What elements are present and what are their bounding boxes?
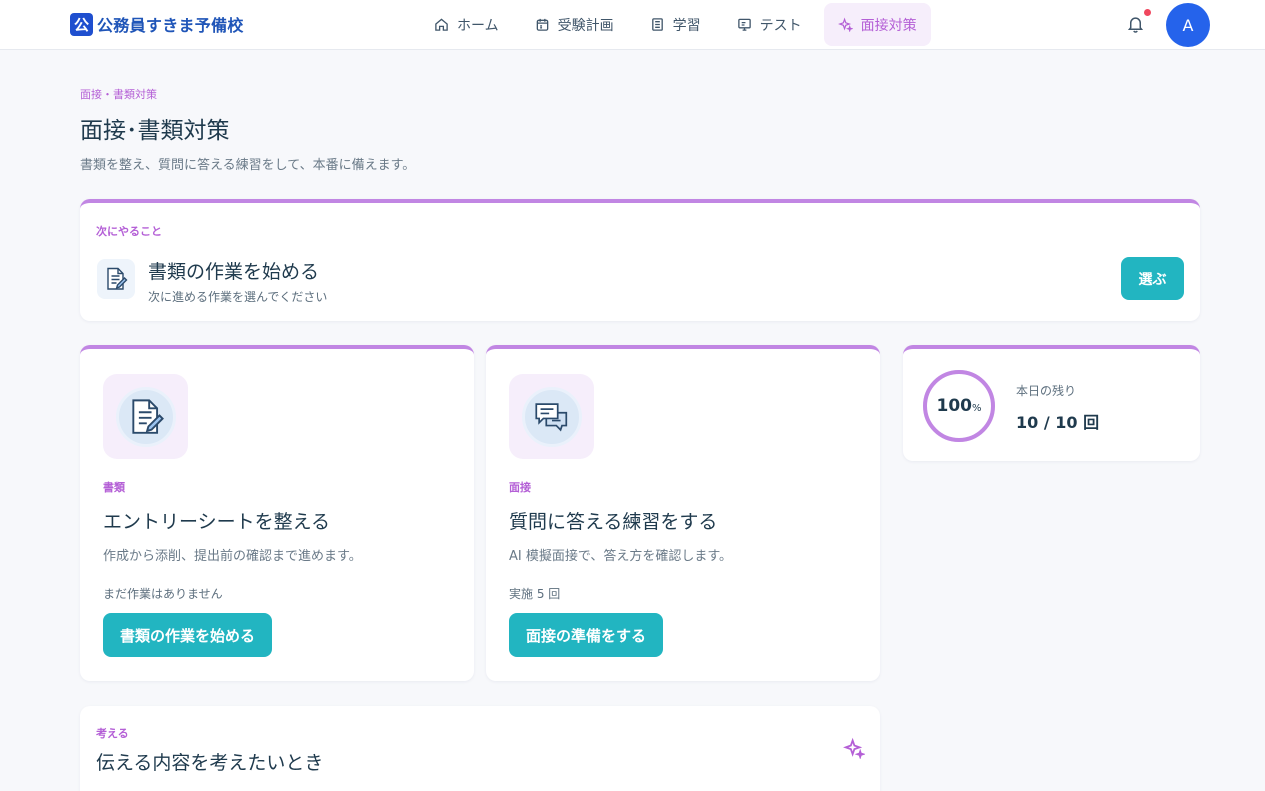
nav-plan-label: 受験計画 [557, 17, 614, 34]
book-icon [651, 18, 663, 31]
interview-task-card: 面接 質問に答える練習をする AI 模擬面接で、答え方を確認します。 実施 5 … [486, 345, 880, 681]
document-task-icon-tile [103, 374, 188, 459]
nav-test-label: テスト [759, 17, 802, 34]
task-description: AI 模擬面接で、答え方を確認します。 [509, 549, 733, 564]
main-nav: ホーム 受験計画 学習 テスト 面接対策 [420, 3, 939, 46]
nav-study-label: 学習 [672, 17, 701, 34]
interview-task-icon-tile [509, 374, 594, 459]
think-card[interactable]: 考える 伝える内容を考えたいとき [80, 706, 880, 791]
logo-text: 公務員すきま予備校 [97, 16, 244, 35]
progress-percent-value: 100 [936, 396, 972, 416]
bell-icon[interactable] [1127, 15, 1144, 33]
notification-dot [1144, 9, 1151, 16]
think-title: 伝える内容を考えたいとき [96, 752, 324, 774]
progress-ring-label: 100 % [921, 368, 997, 444]
nav-interview[interactable]: 面接対策 [823, 3, 931, 46]
document-edit-icon [115, 386, 176, 447]
calendar-icon [536, 18, 548, 31]
sparkle-icon [843, 737, 865, 759]
think-label: 考える [96, 727, 129, 740]
home-icon [435, 18, 448, 31]
nav-home-label: ホーム [457, 17, 499, 34]
monitor-icon [737, 18, 751, 31]
progress-percent-unit: % [971, 403, 982, 414]
task-status: まだ作業はありません [103, 587, 223, 601]
remaining-label: 本日の残り [1016, 384, 1077, 398]
top-header: 公 公務員すきま予備校 ホーム 受験計画 学習 テスト 面接対策 A [0, 0, 1265, 50]
breadcrumb: 面接・書類対策 [80, 88, 157, 101]
nav-test[interactable]: テスト [723, 3, 816, 46]
document-task-card: 書類 エントリーシートを整える 作成から添削、提出前の確認まで進めます。 まだ作… [80, 345, 474, 681]
next-action-subtitle: 次に進める作業を選んでください [148, 290, 328, 304]
nav-study[interactable]: 学習 [636, 3, 715, 46]
chat-bubbles-icon [521, 386, 582, 447]
nav-home[interactable]: ホーム [420, 3, 513, 46]
task-title: 質問に答える練習をする [509, 511, 718, 533]
start-document-button[interactable]: 書類の作業を始める [103, 613, 273, 657]
prepare-interview-button[interactable]: 面接の準備をする [509, 613, 664, 657]
next-action-label: 次にやること [96, 225, 162, 238]
document-edit-icon [97, 259, 135, 299]
task-description: 作成から添削、提出前の確認まで進めます。 [103, 549, 362, 564]
logo-mark: 公 [70, 12, 93, 36]
page-description: 書類を整え、質問に答える練習をして、本番に備えます。 [80, 158, 416, 173]
remaining-value: 10 / 10 回 [1016, 413, 1100, 432]
nav-interview-label: 面接対策 [860, 17, 917, 34]
next-action-title: 書類の作業を始める [148, 261, 320, 283]
remaining-card: 100 % 本日の残り 10 / 10 回 [903, 345, 1200, 461]
next-action-card: 次にやること 書類の作業を始める 次に進める作業を選んでください 選ぶ [80, 199, 1200, 321]
choose-button[interactable]: 選ぶ [1121, 257, 1184, 300]
avatar[interactable]: A [1166, 3, 1210, 47]
sparkle-icon [837, 17, 853, 32]
logo[interactable]: 公 公務員すきま予備校 [70, 12, 244, 36]
task-status: 実施 5 回 [509, 587, 561, 601]
nav-plan[interactable]: 受験計画 [521, 3, 628, 46]
page-title: 面接･書類対策 [80, 118, 230, 144]
task-category: 書類 [103, 481, 125, 494]
task-title: エントリーシートを整える [103, 511, 331, 533]
task-category: 面接 [509, 481, 531, 494]
